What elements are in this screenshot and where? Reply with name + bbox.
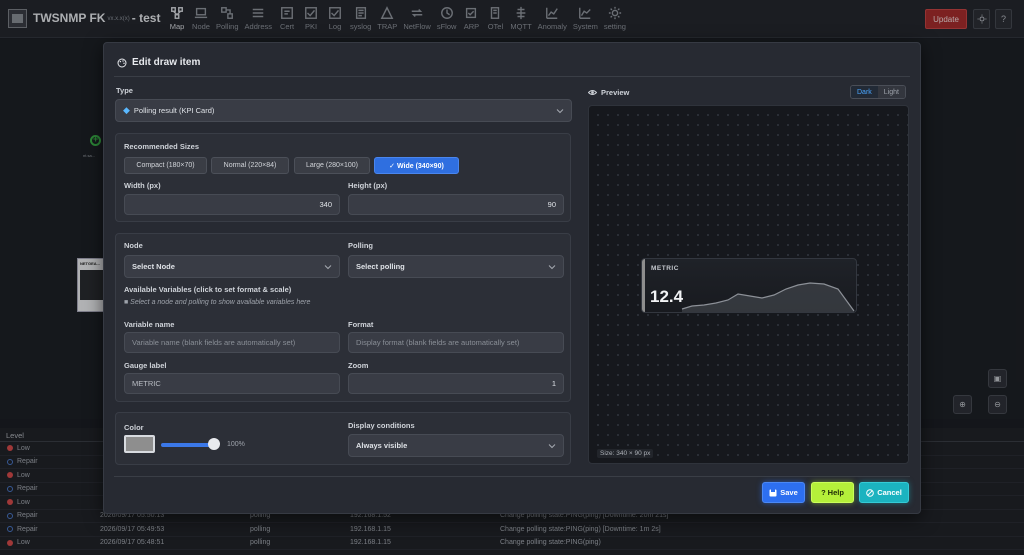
floppy-icon <box>769 489 777 496</box>
color-label: Color <box>124 423 144 432</box>
edit-draw-item-dialog: Edit draw item Type ◆ Polling result (KP… <box>103 42 921 514</box>
type-select[interactable]: ◆ Polling result (KPI Card) <box>115 99 572 122</box>
format-label: Format <box>348 320 374 329</box>
opacity-value: 100% <box>227 441 245 448</box>
gauge-label-input[interactable]: METRIC <box>124 373 340 394</box>
help-button[interactable]: ? Help <box>811 482 854 503</box>
question-icon: ? <box>821 488 826 497</box>
polling-label: Polling <box>348 241 373 250</box>
opacity-slider-track[interactable] <box>161 443 215 447</box>
node-select[interactable]: Select Node <box>124 255 340 278</box>
cancel-icon <box>866 488 874 497</box>
variable-name-input[interactable]: Variable name (blank fields are automati… <box>124 332 340 353</box>
variable-name-label: Variable name <box>124 320 175 329</box>
display-conditions-select[interactable]: Always visible <box>348 434 564 457</box>
save-button[interactable]: Save <box>762 482 805 503</box>
preview-canvas: METRIC 12.4 Size: 340 × 90 px <box>588 105 909 464</box>
gauge-label-label: Gauge label <box>124 361 167 370</box>
chevron-down-icon <box>556 109 564 114</box>
palette-icon <box>117 58 127 67</box>
size-large-button[interactable]: Large (280×100) <box>294 157 370 174</box>
size-wide-button[interactable]: ✓ Wide (340×90) <box>374 157 459 174</box>
zoom-input[interactable]: 1 <box>348 373 564 394</box>
polling-select[interactable]: Select polling <box>348 255 564 278</box>
kpi-card-preview: METRIC 12.4 <box>641 258 857 313</box>
chevron-down-icon <box>548 444 556 449</box>
cancel-button[interactable]: Cancel <box>859 482 909 503</box>
height-input[interactable]: 90 <box>348 194 564 215</box>
chevron-down-icon <box>548 265 556 270</box>
preview-size-label: Size: 340 × 90 px <box>597 449 654 458</box>
preview-theme-toggle: Dark Light <box>850 85 906 99</box>
height-label: Height (px) <box>348 181 388 190</box>
display-conditions-label: Display conditions <box>348 421 415 430</box>
gem-icon: ◆ <box>123 105 130 115</box>
preview-label: Preview <box>588 88 629 97</box>
size-normal-button[interactable]: Normal (220×84) <box>211 157 289 174</box>
theme-dark-button[interactable]: Dark <box>851 86 878 98</box>
color-picker[interactable] <box>124 435 155 453</box>
node-label: Node <box>124 241 143 250</box>
recommended-sizes-label: Recommended Sizes <box>124 142 200 151</box>
eye-icon <box>588 90 597 95</box>
width-label: Width (px) <box>124 181 161 190</box>
zoom-label: Zoom <box>348 361 369 370</box>
available-variables-label: Available Variables (click to set format… <box>124 285 292 294</box>
size-compact-button[interactable]: Compact (180×70) <box>124 157 207 174</box>
format-input[interactable]: Display format (blank fields are automat… <box>348 332 564 353</box>
opacity-slider-thumb[interactable] <box>208 438 220 450</box>
dialog-title: Edit draw item <box>117 57 200 68</box>
kpi-label: METRIC <box>651 265 679 272</box>
theme-light-button[interactable]: Light <box>877 86 905 98</box>
available-variables-hint: ■ Select a node and polling to show avai… <box>124 299 311 306</box>
width-input[interactable]: 340 <box>124 194 340 215</box>
chevron-down-icon <box>324 265 332 270</box>
type-label: Type <box>116 86 133 95</box>
kpi-value: 12.4 <box>650 287 684 306</box>
